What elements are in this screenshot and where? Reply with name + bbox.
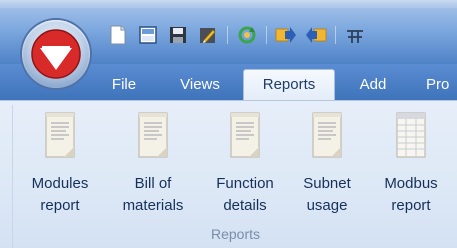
edit-icon[interactable] xyxy=(196,23,220,47)
application-menu-button[interactable] xyxy=(22,20,90,88)
application-window: File Views Reports Add Pro Modules repor… xyxy=(0,0,457,248)
export-icon[interactable] xyxy=(274,23,298,47)
modbus-report-label-line2: report xyxy=(391,197,431,214)
toolbar-separator xyxy=(335,26,336,44)
bill-of-materials-label-line1: Bill of xyxy=(134,175,172,192)
function-details-label-line1: Function xyxy=(216,175,274,192)
import-icon[interactable] xyxy=(304,23,328,47)
logo-icon xyxy=(31,29,81,79)
report-document-icon xyxy=(307,111,347,159)
subnet-usage-button[interactable]: Subnet usage xyxy=(290,111,364,223)
tab-reports[interactable]: Reports xyxy=(243,69,335,101)
network-icon[interactable] xyxy=(343,23,367,47)
quick-access-toolbar xyxy=(106,22,367,48)
toolbar-separator xyxy=(227,26,228,44)
group-label: Reports xyxy=(210,226,261,242)
ribbon-panel: Modules report Bill of materials Functio… xyxy=(0,100,457,248)
modules-report-label-line1: Modules xyxy=(31,175,89,192)
modbus-report-label-line1: Modbus xyxy=(384,175,438,192)
modules-report-button[interactable]: Modules report xyxy=(23,111,97,223)
tab-add[interactable]: Add xyxy=(348,70,398,100)
print-preview-icon[interactable] xyxy=(136,23,160,47)
function-details-button[interactable]: Function details xyxy=(208,111,282,223)
function-details-label-line2: details xyxy=(223,197,267,214)
tab-views[interactable]: Views xyxy=(170,70,230,100)
reports-group: Modules report Bill of materials Functio… xyxy=(12,105,457,248)
toolbar-separator xyxy=(266,26,267,44)
modbus-table-icon xyxy=(391,111,431,159)
refresh-icon[interactable] xyxy=(235,23,259,47)
new-document-icon[interactable] xyxy=(106,23,130,47)
report-document-icon xyxy=(133,111,173,159)
bill-of-materials-button[interactable]: Bill of materials xyxy=(116,111,190,223)
report-document-icon xyxy=(225,111,265,159)
bill-of-materials-label-line2: materials xyxy=(122,197,184,214)
tab-file[interactable]: File xyxy=(104,70,144,100)
report-document-icon xyxy=(40,111,80,159)
save-icon[interactable] xyxy=(166,23,190,47)
subnet-usage-label-line2: usage xyxy=(306,197,348,214)
subnet-usage-label-line1: Subnet xyxy=(303,175,351,192)
tab-pro[interactable]: Pro xyxy=(426,70,457,100)
modules-report-label-line2: report xyxy=(40,197,80,214)
modbus-report-button[interactable]: Modbus report xyxy=(374,111,448,223)
